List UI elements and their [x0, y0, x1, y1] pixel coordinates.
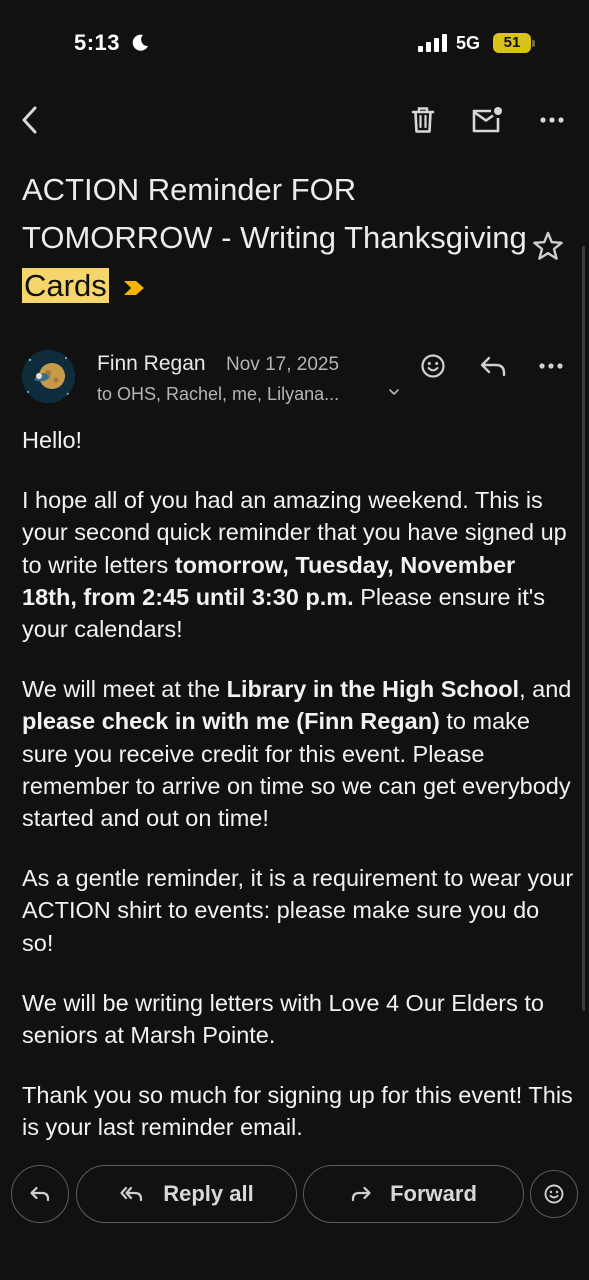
star-button[interactable] [528, 226, 568, 266]
sender-avatar[interactable] [22, 350, 75, 403]
message-more-button[interactable] [531, 346, 571, 386]
scrollbar[interactable] [582, 246, 585, 1011]
reply-button[interactable] [473, 346, 513, 386]
forward-icon [350, 1185, 372, 1203]
recipients-summary[interactable]: to OHS, Rachel, me, Lilyana... [97, 384, 339, 405]
status-bar: 5:13 5G 51 [0, 0, 589, 90]
reply-all-label: Reply all [163, 1181, 254, 1206]
body-paragraph-3: As a gentle reminder, it is a requiremen… [22, 865, 574, 956]
back-button[interactable] [8, 98, 52, 142]
chevron-down-icon[interactable] [388, 386, 400, 398]
body-paragraph-5: Thank you so much for signing up for thi… [22, 1082, 573, 1141]
emoji-reaction-button[interactable] [530, 1170, 578, 1218]
reply-icon [480, 356, 506, 377]
action-bar: Reply all Forward [0, 1160, 589, 1230]
more-options-button[interactable] [530, 98, 574, 142]
reply-action-button[interactable] [11, 1165, 69, 1223]
reply-icon [30, 1186, 50, 1202]
sender-name[interactable]: Finn Regan [97, 352, 206, 376]
reply-all-icon [119, 1185, 145, 1203]
emoji-icon [544, 1184, 564, 1204]
greeting: Hello! [22, 427, 83, 453]
email-body: Hello! I hope all of you had an amazing … [22, 424, 574, 1172]
back-arrow-icon [22, 106, 37, 134]
trash-icon [411, 107, 435, 133]
mark-unread-icon [472, 107, 502, 133]
moon-icon [132, 34, 148, 51]
add-reaction-button[interactable] [413, 346, 453, 386]
body-paragraph-4: We will be writing letters with Love 4 O… [22, 989, 544, 1049]
network-type: 5G [456, 33, 481, 53]
status-time: 5:13 [74, 30, 121, 55]
battery-level: 51 [503, 34, 521, 51]
reply-all-button[interactable]: Reply all [76, 1165, 297, 1223]
email-subject: ACTION Reminder FOR TOMORROW - Writing T… [22, 166, 527, 310]
email-date: Nov 17, 2025 [226, 354, 340, 375]
signal-icon [418, 34, 447, 52]
forward-label: Forward [390, 1181, 477, 1206]
more-icon [540, 117, 564, 123]
body-paragraph-2: We will meet at the Library in the High … [22, 676, 572, 832]
forward-button[interactable]: Forward [303, 1165, 524, 1223]
email-toolbar [0, 95, 589, 145]
emoji-icon [421, 354, 445, 378]
star-icon [533, 231, 563, 260]
avatar-image [22, 350, 75, 403]
subject-highlight: Cards [22, 268, 109, 303]
delete-button[interactable] [401, 98, 445, 142]
mark-unread-button[interactable] [465, 98, 509, 142]
subject-text: ACTION Reminder FOR TOMORROW - Writing T… [22, 172, 527, 255]
important-marker-icon[interactable] [123, 280, 145, 296]
battery-icon: 51 [493, 33, 535, 53]
more-icon [539, 363, 563, 369]
body-paragraph-1: I hope all of you had an amazing weekend… [22, 487, 567, 643]
